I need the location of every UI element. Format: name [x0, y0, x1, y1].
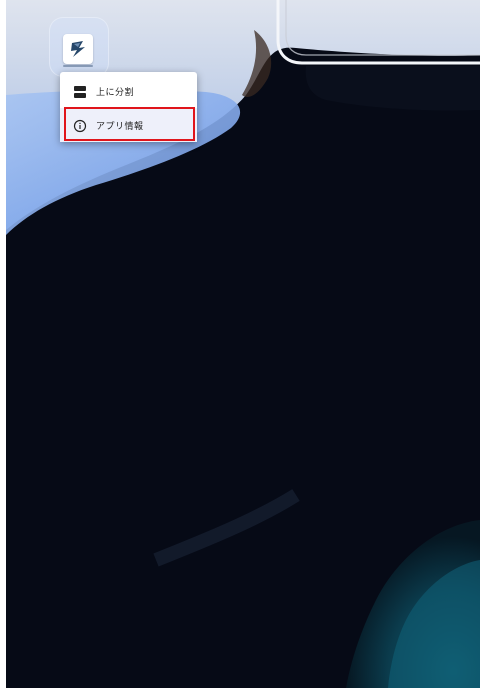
menu-item-split-top[interactable]: 上に分割 [60, 74, 197, 108]
app-icon-selection[interactable] [49, 17, 109, 77]
split-screen-top-icon [73, 84, 87, 98]
app-icon[interactable] [63, 34, 93, 64]
app-logo-icon [71, 41, 85, 57]
info-icon [73, 118, 87, 133]
menu-item-label: アプリ情報 [96, 121, 144, 132]
context-menu: 上に分割 アプリ情報 [60, 72, 197, 142]
menu-item-app-info[interactable]: アプリ情報 [60, 108, 197, 142]
menu-item-label: 上に分割 [96, 87, 135, 98]
app-icon-label [63, 65, 93, 67]
